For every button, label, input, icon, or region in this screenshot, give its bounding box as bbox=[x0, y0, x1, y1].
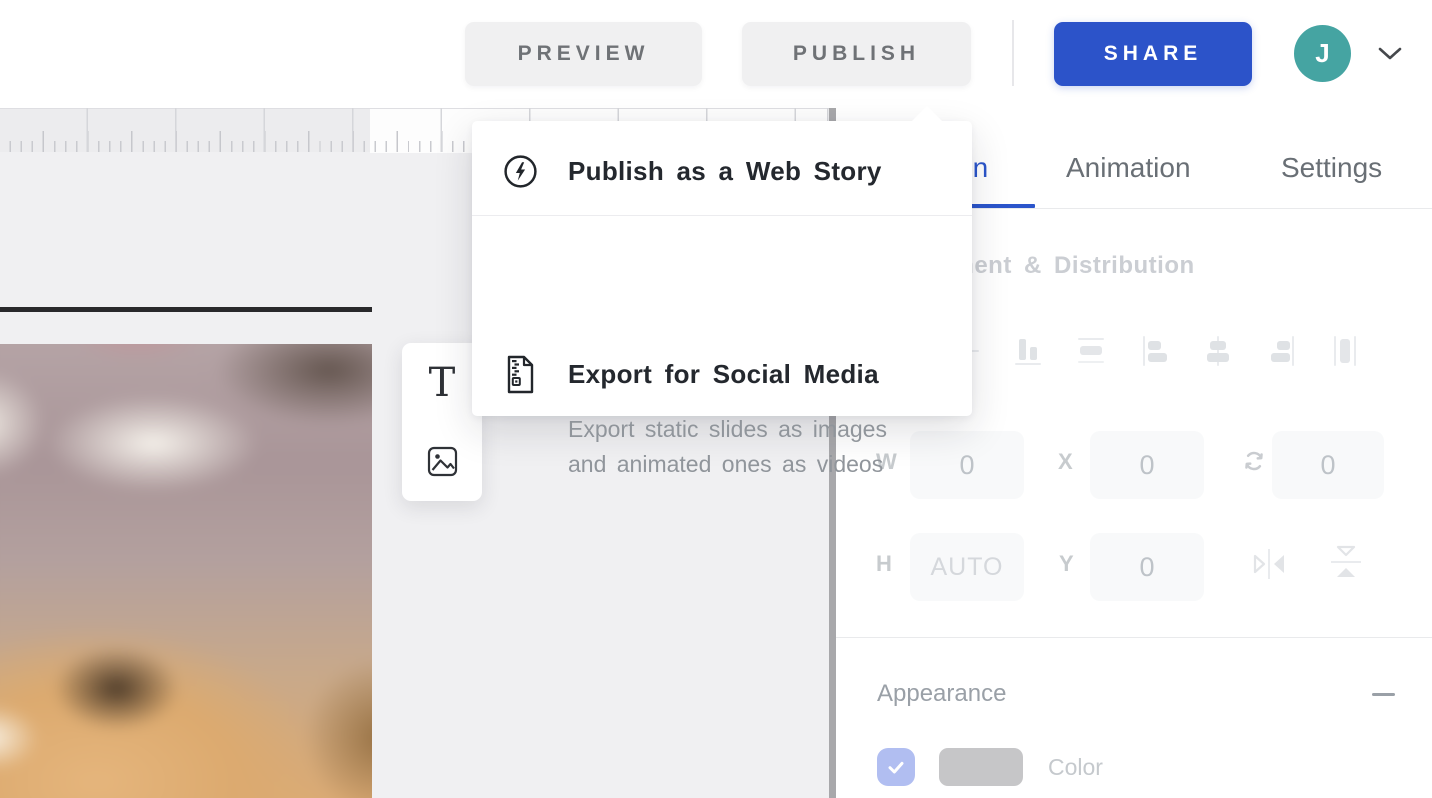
align-center-button[interactable] bbox=[1200, 330, 1236, 372]
dog-photo-art bbox=[0, 344, 372, 798]
align-right-icon bbox=[1265, 332, 1299, 370]
align-center-icon bbox=[1201, 332, 1235, 370]
text-tool-icon: T bbox=[429, 363, 456, 403]
rotation-input[interactable]: 0 bbox=[1272, 431, 1384, 499]
share-button[interactable]: SHARE bbox=[1054, 22, 1252, 86]
topbar-divider bbox=[1012, 20, 1014, 86]
topbar: PREVIEW PUBLISH SHARE J bbox=[0, 0, 1432, 108]
flip-horizontal-button[interactable] bbox=[1246, 544, 1292, 589]
flip-vertical-button[interactable] bbox=[1325, 538, 1367, 593]
y-position-input[interactable]: 0 bbox=[1090, 533, 1204, 601]
canvas-line-element[interactable] bbox=[0, 307, 372, 312]
distribute-horizontal-icon bbox=[1328, 332, 1362, 370]
color-swatch[interactable] bbox=[939, 748, 1023, 786]
element-toolbar: T bbox=[402, 343, 482, 501]
flip-vertical-icon bbox=[1325, 538, 1367, 588]
collapse-section-button[interactable] bbox=[1372, 693, 1395, 696]
align-horizontal-middle-button[interactable] bbox=[1073, 330, 1109, 372]
image-tool-button[interactable] bbox=[402, 422, 482, 501]
distribute-horizontal-button[interactable] bbox=[1327, 330, 1363, 372]
menu-item-description-line1: Export static slides as images bbox=[568, 412, 887, 447]
publish-dropdown-menu: Publish as a Web Story Export for Social… bbox=[472, 121, 972, 416]
publish-button[interactable]: PUBLISH bbox=[742, 22, 971, 86]
image-icon bbox=[427, 446, 458, 477]
rotation-icon bbox=[1240, 447, 1268, 475]
avatar[interactable]: J bbox=[1294, 25, 1351, 82]
width-input[interactable]: 0 bbox=[910, 431, 1024, 499]
canvas-dog-photo[interactable] bbox=[0, 344, 372, 798]
menu-item-description-line2: and animated ones as videos bbox=[568, 447, 887, 482]
color-label: Color bbox=[1048, 754, 1103, 781]
height-input[interactable]: AUTO bbox=[910, 533, 1024, 601]
text-tool-button[interactable]: T bbox=[402, 343, 482, 422]
story-editor-app: T Design Animation Settings Alignment & … bbox=[0, 0, 1432, 798]
color-checkbox[interactable] bbox=[877, 748, 915, 786]
lightning-circle-icon bbox=[502, 153, 539, 190]
x-position-label: X bbox=[1058, 449, 1073, 475]
x-position-input[interactable]: 0 bbox=[1090, 431, 1204, 499]
align-right-button[interactable] bbox=[1264, 330, 1300, 372]
flip-horizontal-icon bbox=[1246, 544, 1292, 584]
menu-item-title: Publish as a Web Story bbox=[568, 156, 882, 187]
panel-section-divider bbox=[836, 637, 1432, 638]
align-left-icon bbox=[1138, 332, 1172, 370]
y-position-label: Y bbox=[1059, 551, 1074, 577]
tab-animation[interactable]: Animation bbox=[1066, 152, 1191, 184]
height-label: H bbox=[876, 551, 892, 577]
menu-item-title: Export for Social Media bbox=[568, 359, 879, 390]
chevron-down-icon[interactable] bbox=[1377, 46, 1403, 62]
preview-button[interactable]: PREVIEW bbox=[465, 22, 702, 86]
zip-file-icon bbox=[504, 354, 537, 395]
checkmark-icon bbox=[884, 755, 908, 779]
appearance-section-title: Appearance bbox=[877, 680, 1006, 708]
align-bottom-button[interactable] bbox=[1010, 330, 1046, 372]
align-left-button[interactable] bbox=[1137, 330, 1173, 372]
align-bottom-icon bbox=[1011, 332, 1045, 370]
dropdown-caret bbox=[912, 106, 942, 121]
menu-item-export-social-media[interactable]: Export for Social Media Export static sl… bbox=[472, 216, 972, 416]
align-horizontal-middle-icon bbox=[1074, 332, 1108, 370]
tab-settings[interactable]: Settings bbox=[1281, 152, 1382, 184]
menu-item-description: Export static slides as images and anima… bbox=[568, 412, 887, 482]
menu-item-publish-web-story[interactable]: Publish as a Web Story bbox=[472, 121, 972, 215]
